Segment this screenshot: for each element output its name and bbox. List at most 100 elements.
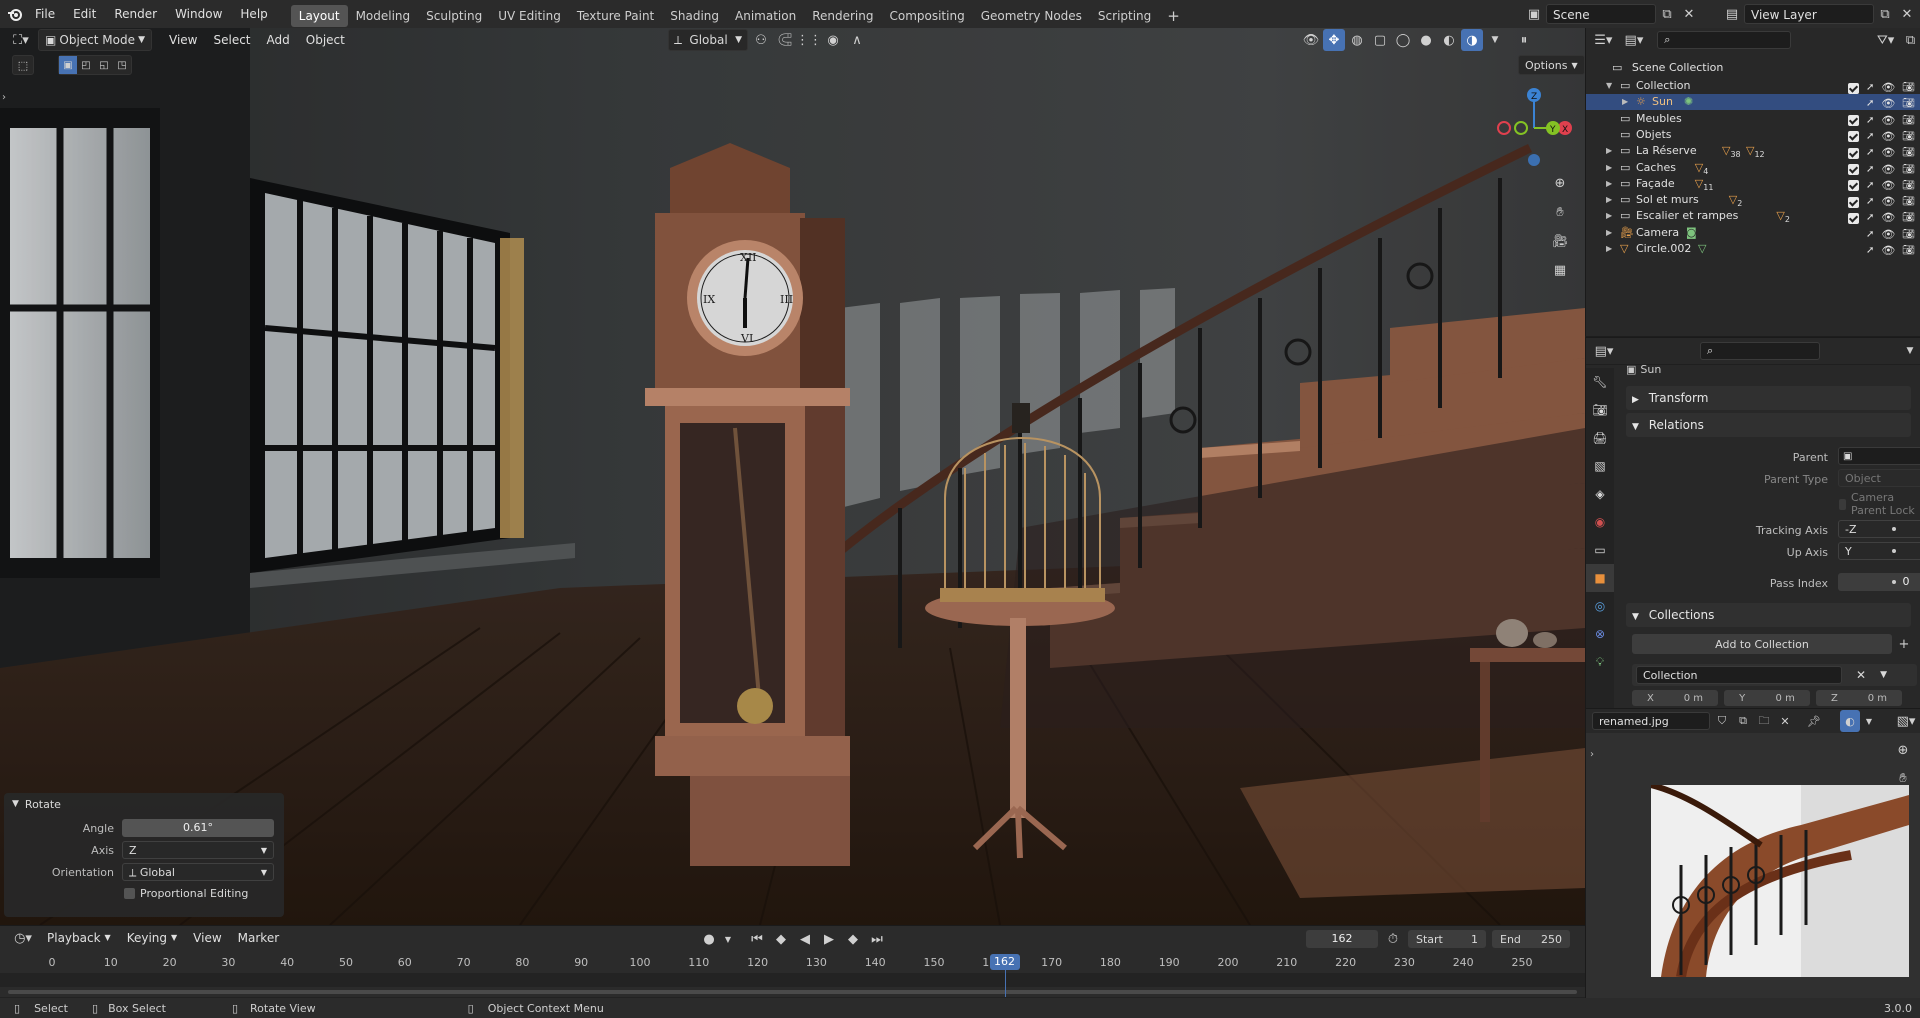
outliner-search-input[interactable]: ⌕ [1657, 31, 1792, 49]
tab-geometry-nodes[interactable]: Geometry Nodes [973, 5, 1090, 27]
add-to-collection-button[interactable]: Add to Collection [1632, 634, 1892, 654]
relations-section[interactable]: ▼ Relations [1626, 413, 1911, 437]
unlink-image-icon[interactable]: ✕ [1776, 710, 1794, 732]
chevron-right-icon[interactable]: ▶ [1606, 143, 1612, 159]
offset-x-field[interactable]: X 0 m [1632, 690, 1718, 706]
scene-icon[interactable]: ▣ [1522, 3, 1546, 25]
collections-section[interactable]: ▼ Collections [1626, 603, 1911, 627]
snap-target-icon[interactable]: ⋮⋮ [796, 29, 822, 51]
display-mode-icon[interactable]: ▤▾ [1621, 29, 1648, 51]
blender-logo-icon[interactable] [4, 3, 26, 25]
tab-texture-paint[interactable]: Texture Paint [569, 5, 662, 27]
mesh-data-icon[interactable]: ▽ [1698, 241, 1706, 257]
outliner-row[interactable]: ▶ ▭ La Réserve ▽38 ▽12 ➚ 👁︎ 📷︎ [1586, 143, 1920, 159]
orientation-dropdown[interactable]: ⟂ Global ▼ [122, 863, 274, 881]
physics-tab-icon[interactable]: ◎ [1586, 592, 1614, 620]
chevron-right-icon[interactable]: ▶ [1606, 208, 1612, 224]
output-tab-icon[interactable]: 🖨︎ [1586, 424, 1614, 452]
tab-animation[interactable]: Animation [727, 5, 804, 27]
include-checkbox[interactable] [1847, 212, 1859, 224]
properties-editor-icon[interactable]: ▤▾ [1590, 340, 1618, 362]
select-subtract-icon[interactable]: ◱ [95, 56, 113, 74]
outliner-row-scene-collection[interactable]: ▭ Scene Collection [1586, 58, 1920, 78]
outliner-editor-icon[interactable]: ☰▾ [1590, 29, 1617, 51]
menu-window[interactable]: Window [166, 0, 231, 28]
light-data-tab-icon[interactable]: 💡︎ [1586, 648, 1614, 676]
view-layer-icon[interactable]: ▤ [1720, 3, 1744, 25]
offset-z-field[interactable]: Z 0 m [1816, 690, 1902, 706]
chevron-down-icon[interactable]: ▼ [12, 799, 19, 809]
chevron-right-icon[interactable]: ▶ [1606, 241, 1612, 257]
display-channels-icon[interactable]: ◐ [1840, 710, 1860, 732]
outliner-row[interactable]: ▶ ▭ Façade ▽11 ➚ 👁︎ 📷︎ [1586, 176, 1920, 192]
solid-shading-icon[interactable]: ● [1415, 29, 1437, 51]
properties-search-input[interactable]: ⌕ [1700, 342, 1820, 360]
chevron-down-icon[interactable]: ▼ [1899, 340, 1920, 362]
remove-collection-icon[interactable]: ✕ [1856, 668, 1866, 682]
menu-add[interactable]: Add [260, 29, 297, 51]
world-tab-icon[interactable]: ◉ [1586, 508, 1614, 536]
include-checkbox[interactable] [1847, 115, 1859, 127]
outliner-row[interactable]: ▶ ▭ Escalier et rampes ▽2 ➚ 👁︎ 📷︎ [1586, 208, 1920, 224]
include-checkbox[interactable] [1847, 82, 1859, 94]
object-tab-icon[interactable]: ■ [1586, 564, 1614, 592]
offset-y-field[interactable]: Y 0 m [1724, 690, 1810, 706]
tab-shading[interactable]: Shading [662, 5, 727, 27]
chevron-right-icon[interactable]: ▶ [1606, 225, 1612, 241]
visibility-icon[interactable]: 👁︎ [1300, 29, 1322, 51]
rendered-shading-icon[interactable]: ◑ [1461, 29, 1483, 51]
chevron-right-icon[interactable]: ▶ [1606, 176, 1612, 192]
toolbar-expand-icon[interactable]: › [2, 92, 6, 103]
include-checkbox[interactable] [1847, 147, 1859, 159]
editor-type-icon[interactable]: ⛶▾ [6, 29, 36, 51]
up-axis-dropdown[interactable]: Y ▼ [1838, 542, 1920, 560]
wireframe-shading-icon[interactable]: ◯ [1392, 29, 1414, 51]
eye-icon[interactable]: 👁︎ [1881, 243, 1895, 259]
scene-name-field[interactable]: Scene [1546, 4, 1656, 24]
select-tool-icon[interactable]: ⬚ [12, 55, 34, 75]
keyframe-dot-icon[interactable] [1892, 549, 1896, 553]
include-checkbox[interactable] [1847, 180, 1859, 192]
outliner-row[interactable]: ▶ 🎥︎ Camera ◙ ➚ 👁︎ 📷︎ [1586, 225, 1920, 241]
scene-tab-icon[interactable]: ◈ [1586, 480, 1614, 508]
outliner-row[interactable]: ▶ ▽ Circle.002 ▽ ➚ 👁︎ 📷︎ [1586, 241, 1920, 257]
mode-selector[interactable]: ▣ Object Mode ▼ [38, 29, 152, 51]
gizmo-neg-y[interactable] [1514, 121, 1528, 135]
tool-tab-icon[interactable]: 🔧︎ [1586, 368, 1614, 396]
collection-menu-icon[interactable]: ▼ [1880, 670, 1887, 680]
keyframe-dot-icon[interactable] [1892, 527, 1896, 531]
3d-viewport[interactable]: XII III VI IX [0, 28, 1585, 925]
chevron-right-icon[interactable]: ▶ [1622, 94, 1628, 110]
proportional-editing-checkbox[interactable] [124, 888, 135, 899]
playhead-label[interactable]: 162 [989, 954, 1020, 970]
tab-scripting[interactable]: Scripting [1090, 5, 1159, 27]
gizmo-neg-z[interactable] [1528, 154, 1540, 166]
menu-view[interactable]: View [162, 29, 204, 51]
collection-tab-icon[interactable]: ▭ [1586, 536, 1614, 564]
menu-render[interactable]: Render [105, 0, 166, 28]
pivot-icon[interactable]: ⚇ [750, 29, 772, 51]
overlay-icon[interactable]: ◍ [1346, 29, 1368, 51]
view-layer-field[interactable]: View Layer [1744, 4, 1874, 24]
pause-render-icon[interactable]: ⏸ [1513, 29, 1535, 51]
chevron-down-icon[interactable]: ▼ [1606, 78, 1612, 94]
outliner-row[interactable]: ▶ ☼ Sun ✺ ➚ 👁︎ 📷︎ [1586, 94, 1920, 111]
chevron-down-icon[interactable]: ▼ [1863, 710, 1875, 732]
include-checkbox[interactable] [1847, 164, 1859, 175]
axis-dropdown[interactable]: Z ▼ [122, 841, 274, 859]
view-layer-tab-icon[interactable]: ▧ [1586, 452, 1614, 480]
include-checkbox[interactable] [1847, 131, 1859, 143]
new-collection-icon[interactable]: ⧉ [1900, 29, 1920, 51]
new-view-layer-icon[interactable]: ⧉ [1874, 3, 1896, 25]
tracking-axis-dropdown[interactable]: -Z ▼ [1838, 520, 1920, 538]
outliner-row[interactable]: ▼ ▭ Collection ➚ 👁︎ 📷︎ [1586, 78, 1920, 94]
timeline-scrollbar[interactable] [0, 987, 1585, 997]
navigation-gizmo[interactable]: Z X Y [1492, 84, 1577, 169]
chevron-right-icon[interactable]: ▶ [1606, 192, 1612, 208]
outliner-row[interactable]: ▭ Meubles ➚ 👁︎ 📷︎ [1586, 111, 1920, 127]
keyframe-track[interactable] [0, 973, 1585, 987]
pin-icon[interactable]: 📌︎ [1805, 710, 1823, 732]
add-workspace-button[interactable]: + [1159, 5, 1188, 27]
material-shading-icon[interactable]: ◐ [1438, 29, 1460, 51]
new-image-icon[interactable]: ⧉ [1734, 710, 1752, 732]
